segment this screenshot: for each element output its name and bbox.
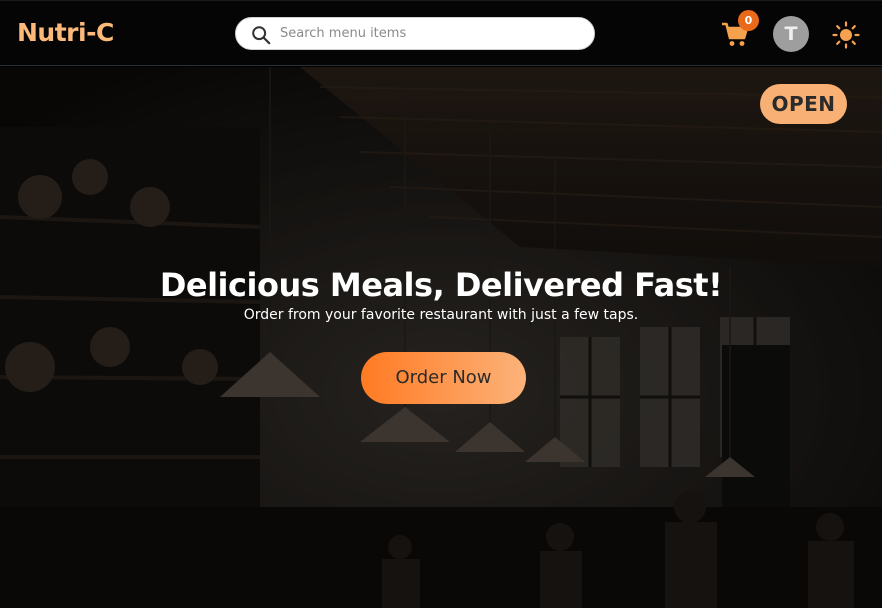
hero-dark-overlay — [0, 67, 882, 608]
brand-logo[interactable]: Nutri-C — [17, 18, 114, 47]
order-now-button[interactable]: Order Now — [361, 352, 526, 404]
user-avatar[interactable]: T — [773, 16, 809, 52]
top-nav-bar: Nutri-C 0 T — [0, 0, 882, 66]
cart-count-badge: 0 — [738, 10, 759, 31]
search-input[interactable] — [280, 18, 580, 49]
search-bar[interactable] — [235, 17, 595, 50]
hero-banner: OPEN Delicious Meals, Delivered Fast! Or… — [0, 67, 882, 608]
search-icon — [252, 26, 271, 45]
sun-icon[interactable] — [832, 21, 860, 49]
open-status-badge: OPEN — [760, 84, 847, 124]
hero-subheadline: Order from your favorite restaurant with… — [243, 307, 639, 323]
hero-headline: Delicious Meals, Delivered Fast! — [159, 266, 723, 304]
